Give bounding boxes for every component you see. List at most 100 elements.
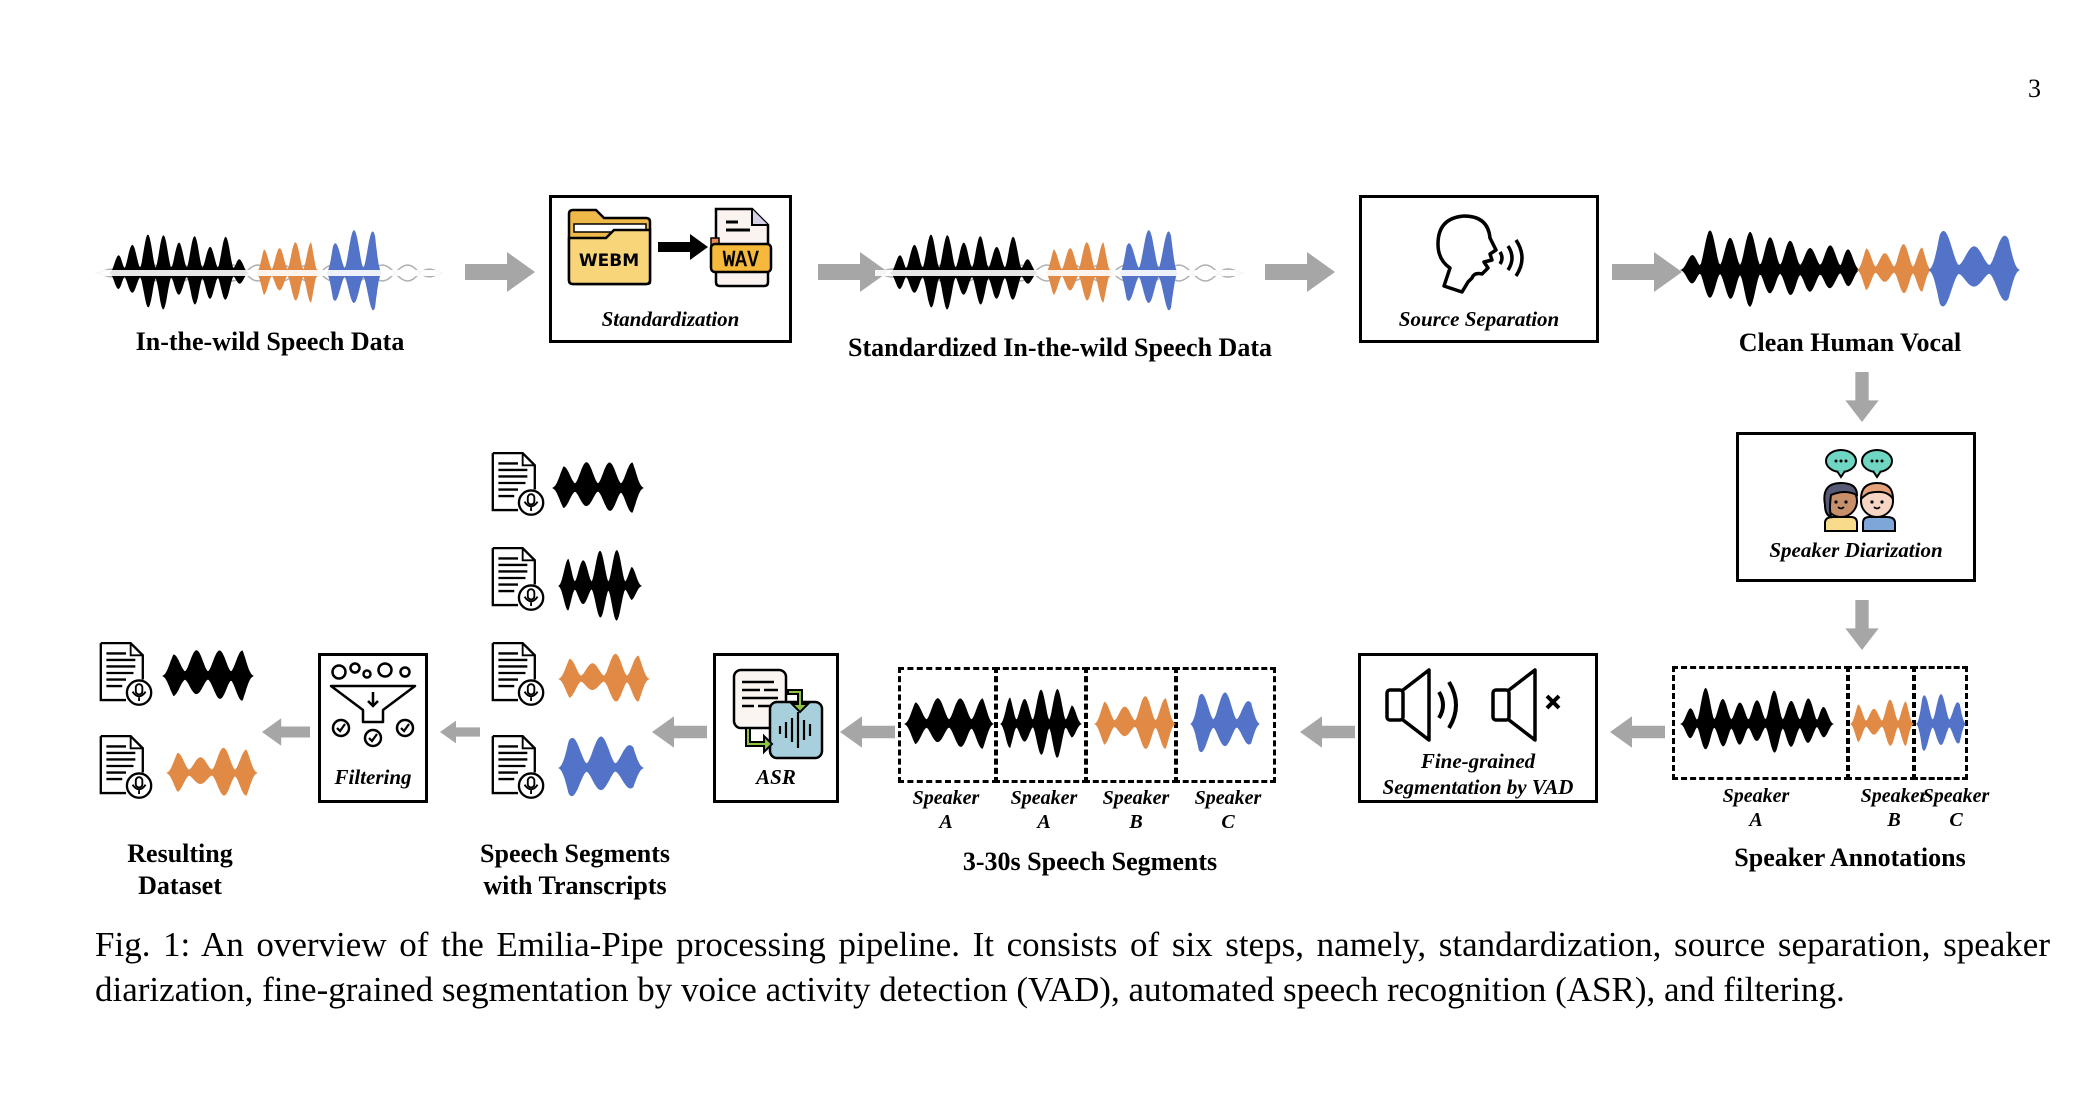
- segment-wave-3: [1094, 696, 1176, 749]
- segment-speaker-4: Speaker C: [1178, 786, 1278, 834]
- clean-vocal-label: Clean Human Vocal: [1738, 328, 1962, 357]
- arrow-left-icon: [1300, 712, 1355, 752]
- standardized-data-label: Standardized In-the-wild Speech Data: [848, 333, 1272, 362]
- waveform-shape: [162, 650, 254, 701]
- speaker-diarization-title: Speaker Diarization: [1769, 538, 1943, 562]
- waveform-speaker-a: [1680, 230, 1861, 307]
- center-gap: [95, 270, 445, 276]
- waveform-shape: [1850, 699, 1914, 746]
- transcripts-label-line2: with Transcripts: [483, 871, 667, 900]
- speaker-word: Speaker: [1010, 787, 1078, 809]
- arrow-left-icon: [840, 712, 895, 752]
- vad-title-line1: Fine-grained: [1420, 749, 1536, 773]
- result-wave-1: [162, 650, 254, 701]
- annotation-wave-a: [1680, 687, 1834, 753]
- speaker-word: Speaker: [1194, 787, 1262, 809]
- speaking-head-icon: [1436, 214, 1524, 294]
- speaker-word: Speaker: [1922, 785, 1990, 807]
- filtering-box: Filtering: [318, 653, 428, 803]
- transcripts-label: Speech Segments with Transcripts: [430, 838, 720, 902]
- center-gap: [875, 270, 1245, 276]
- arrow-left-icon: [440, 712, 480, 752]
- convert-arrow-icon: [658, 234, 708, 260]
- waveform-speaker-b: [1856, 244, 1932, 294]
- result-doc-icon: [98, 733, 154, 799]
- speaker-id: C: [1221, 811, 1235, 833]
- result-label-line1: Resulting: [127, 839, 233, 868]
- arrow-left-icon: [652, 712, 707, 752]
- arrow-left-icon: [1610, 712, 1665, 752]
- transcript-doc-icon: [490, 545, 546, 611]
- arrow-right-icon: [1265, 252, 1335, 292]
- page-number: 3: [2028, 74, 2041, 103]
- segments-label: 3-30s Speech Segments: [962, 847, 1218, 876]
- vad-box: Fine-grained Segmentation by VAD: [1358, 653, 1598, 803]
- arrow-down-icon: [1842, 372, 1882, 422]
- speech-to-text-icon: [732, 668, 824, 760]
- funnel-filter-icon: [329, 662, 417, 748]
- speaker-mute-icon: [1491, 668, 1561, 742]
- raw-data-label: In-the-wild Speech Data: [135, 327, 405, 356]
- wav-file-icon: WAV: [709, 207, 773, 288]
- raw-speech-waveform: [94, 230, 445, 311]
- waveform-shape: [904, 698, 994, 749]
- standardized-speech-waveform: [874, 230, 1245, 311]
- transcript-wave-3: [558, 653, 650, 702]
- waveform-shape: [558, 550, 642, 621]
- transcripts-label-line1: Speech Segments: [480, 839, 670, 868]
- standardization-title: Standardization: [601, 307, 740, 331]
- webm-label: WEBM: [579, 251, 639, 271]
- speaker-word: Speaker: [1102, 787, 1170, 809]
- segment-speaker-2: Speaker A: [994, 786, 1094, 834]
- annotation-speaker-a: Speaker A: [1706, 784, 1806, 832]
- transcript-doc-icon: [490, 733, 546, 799]
- transcript-doc-icon: [490, 450, 546, 516]
- waveform-shape: [1916, 694, 1966, 751]
- segment-wave-4: [1190, 692, 1260, 753]
- arrow-right-icon: [1612, 252, 1682, 292]
- annotation-wave-b: [1850, 699, 1914, 746]
- waveform-shape: [1190, 692, 1260, 753]
- segment-speaker-1: Speaker A: [896, 786, 996, 834]
- waveform-shape: [1680, 687, 1834, 753]
- figure-caption: Fig. 1: An overview of the Emilia-Pipe p…: [95, 925, 2050, 1009]
- wav-label: WAV: [723, 247, 759, 271]
- waveform-shape: [1000, 689, 1082, 758]
- source-separation-box: Source Separation: [1359, 195, 1599, 343]
- speaker-word: Speaker: [912, 787, 980, 809]
- transcript-wave-2: [558, 550, 642, 621]
- asr-title: ASR: [756, 765, 796, 789]
- clean-vocal-waveform: [1680, 230, 2020, 307]
- speaker-id: A: [1037, 811, 1051, 833]
- speaker-id: C: [1949, 809, 1963, 831]
- waveform-speaker-c: [1928, 230, 2020, 307]
- segment-wave-2: [1000, 689, 1082, 758]
- transcript-doc-icon: [490, 640, 546, 706]
- segment-speaker-3: Speaker B: [1086, 786, 1186, 834]
- standardization-box: WEBM WAV Standardization: [549, 195, 792, 343]
- arrow-down-icon: [1842, 600, 1882, 650]
- speaker-word: Speaker: [1722, 785, 1790, 807]
- speaker-id: A: [939, 811, 953, 833]
- result-doc-icon: [98, 640, 154, 706]
- waveform-shape: [1094, 696, 1176, 749]
- speaker-annotations-label: Speaker Annotations: [1734, 843, 1966, 872]
- asr-box: ASR: [713, 653, 839, 803]
- filtering-title: Filtering: [334, 765, 412, 789]
- vad-title-line2: Segmentation by VAD: [1382, 775, 1574, 799]
- transcript-wave-1: [552, 462, 644, 513]
- speaker-id: A: [1749, 809, 1763, 831]
- waveform-shape: [166, 747, 258, 796]
- waveform-shape: [558, 653, 650, 702]
- arrow-left-icon: [262, 712, 310, 752]
- waveform-shape: [552, 462, 644, 513]
- result-label-line2: Dataset: [138, 871, 222, 900]
- speaker-diarization-box: Speaker Diarization: [1736, 432, 1976, 582]
- two-speakers-icon: [1823, 449, 1896, 532]
- segment-wave-1: [904, 698, 994, 749]
- speaker-id: B: [1129, 811, 1143, 833]
- source-separation-title: Source Separation: [1398, 307, 1560, 331]
- result-label: Resulting Dataset: [90, 838, 270, 902]
- annotation-speaker-c: Speaker C: [1906, 784, 2006, 832]
- waveform-shape: [558, 736, 644, 797]
